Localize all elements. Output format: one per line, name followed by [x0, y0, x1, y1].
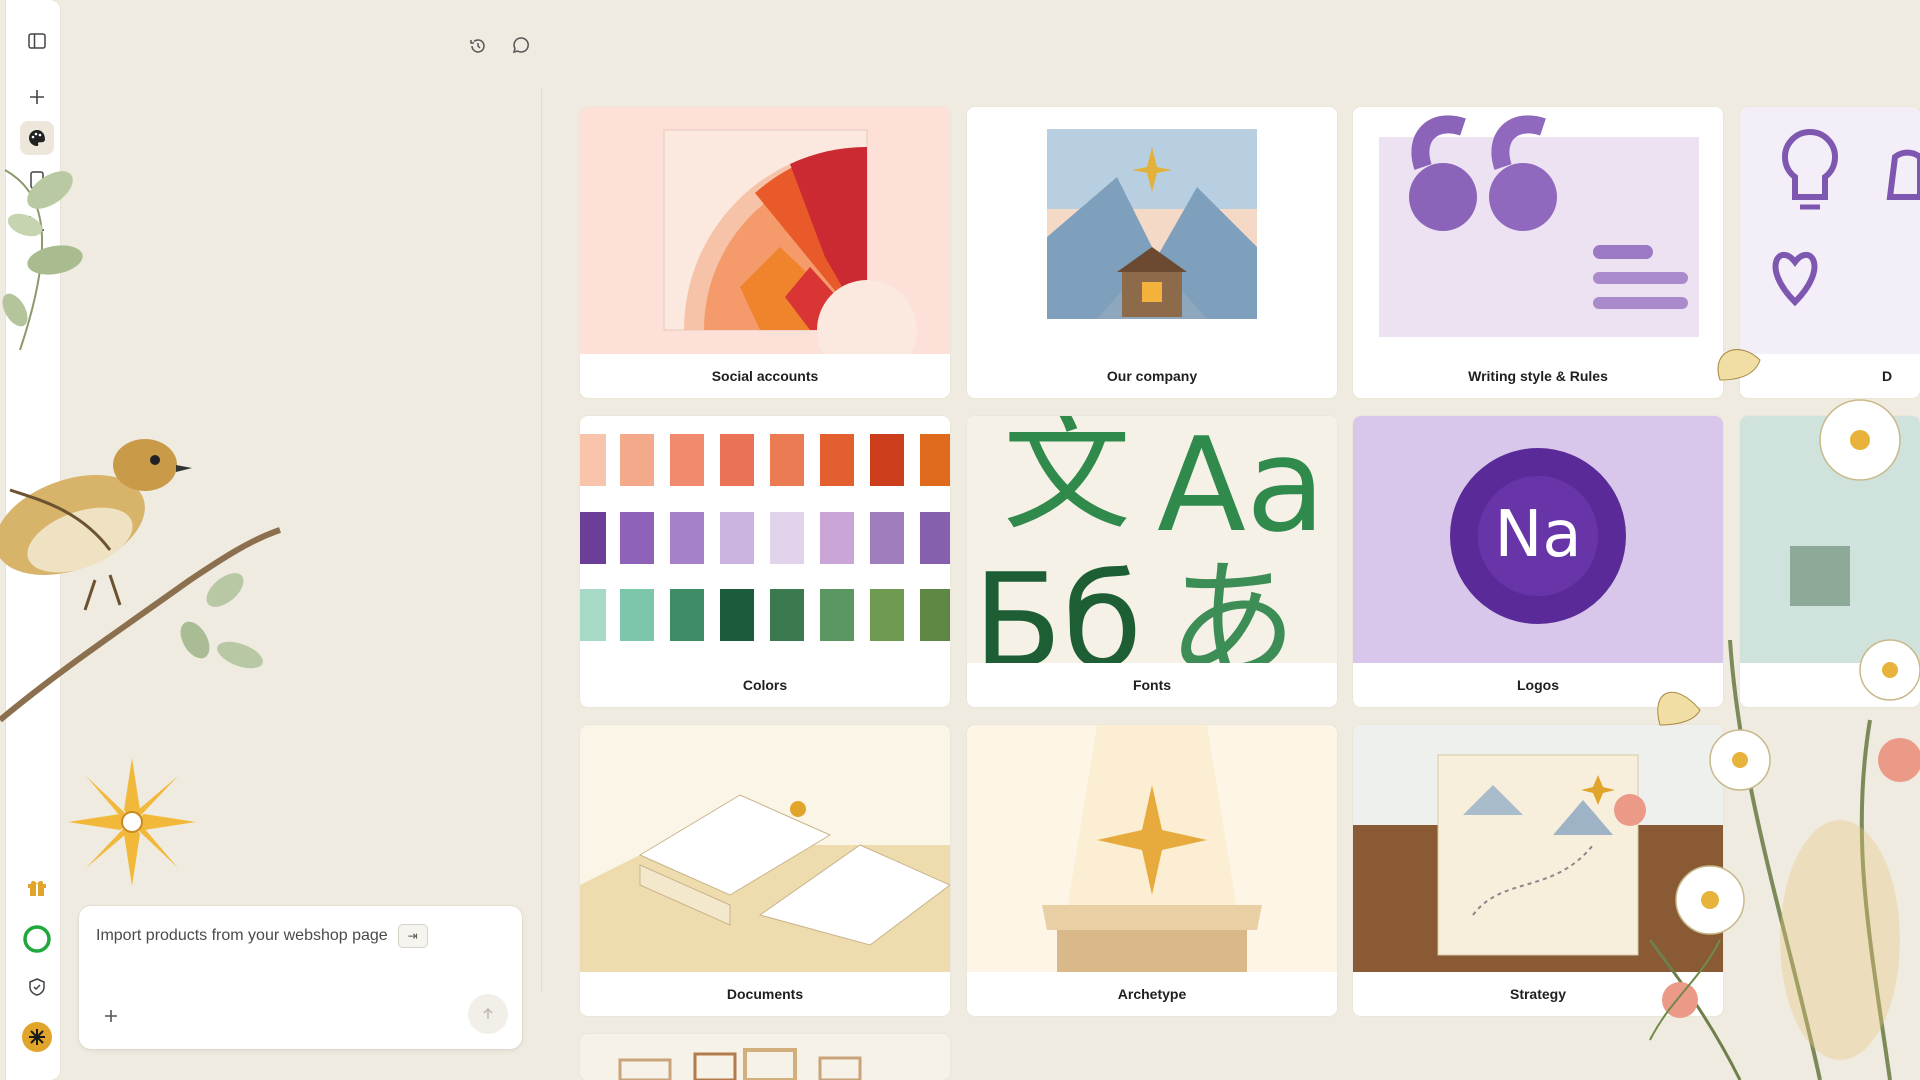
font-glyph-kana: あ: [1167, 545, 1298, 663]
icons-image: [1740, 107, 1920, 354]
security-button[interactable]: [20, 970, 54, 1004]
sun-illustration: [68, 758, 196, 886]
palette-icon: [29, 130, 45, 146]
history-button[interactable]: [464, 32, 492, 60]
shield-check-icon: [29, 978, 45, 996]
our-company-image: [967, 107, 1337, 354]
card-fonts[interactable]: 文 Aa Бб あ Fonts: [967, 416, 1337, 707]
fonts-image: 文 Aa Бб あ: [967, 416, 1337, 663]
partial-image: [1740, 416, 1920, 663]
sidebar-item-documents[interactable]: [20, 163, 54, 197]
card-label: D: [1882, 368, 1893, 384]
social-accounts-image: [580, 107, 950, 354]
logos-image: Na: [1353, 416, 1723, 663]
document-icon: [30, 171, 44, 189]
card-colors[interactable]: Colors: [580, 416, 950, 707]
attach-button[interactable]: [99, 1004, 123, 1028]
sidebar-item-brand[interactable]: [20, 121, 54, 155]
card-strategy[interactable]: Strategy: [1353, 725, 1723, 1016]
card-partial-row4[interactable]: [580, 1034, 950, 1080]
arrow-up-icon: [483, 1007, 493, 1019]
documents-image: [580, 725, 950, 972]
card-our-company[interactable]: Our company: [967, 107, 1337, 398]
chart-icon: [29, 216, 44, 231]
status-ring-icon: [23, 925, 51, 953]
panel-divider: [541, 88, 542, 993]
sidebar: [6, 0, 60, 1080]
font-glyph-cjk: 文: [1003, 416, 1132, 548]
plus-icon: [105, 1010, 117, 1022]
chat-input[interactable]: Import products from your webshop page ⇥: [96, 924, 428, 948]
card-label: Colors: [742, 677, 788, 693]
writing-style-image: [1353, 107, 1723, 354]
chat-placeholder: Import products from your webshop page: [96, 927, 388, 944]
card-logos[interactable]: Na Logos: [1353, 416, 1723, 707]
new-button[interactable]: [20, 80, 54, 114]
card-social-accounts[interactable]: Social accounts: [580, 107, 950, 398]
comments-button[interactable]: [507, 31, 535, 59]
strategy-image: [1353, 725, 1723, 972]
card-archetype[interactable]: Archetype: [967, 725, 1337, 1016]
card-partial[interactable]: D: [1740, 107, 1920, 398]
gift-icon: [28, 880, 46, 896]
plus-icon: [30, 90, 44, 104]
font-glyph-cyrillic: Бб: [973, 545, 1143, 663]
sidebar-item-stats[interactable]: [20, 206, 54, 240]
card-label: Archetype: [1117, 986, 1187, 1002]
font-glyph-latin: Aa: [1157, 416, 1326, 561]
logo-text: Na: [1494, 498, 1582, 572]
partial-frames-image: [580, 1034, 950, 1080]
card-label: Strategy: [1509, 986, 1567, 1002]
card-label: Documents: [726, 986, 804, 1002]
user-avatar-button[interactable]: [20, 1020, 54, 1054]
card-label: Social accounts: [711, 368, 819, 384]
colors-image: [580, 416, 950, 663]
card-partial-row2[interactable]: [1740, 416, 1920, 707]
card-documents[interactable]: Documents: [580, 725, 950, 1016]
gift-button[interactable]: [20, 870, 54, 904]
sidebar-toggle-button[interactable]: [20, 24, 54, 58]
sidebar-toggle-icon: [28, 33, 46, 49]
send-button[interactable]: [468, 994, 508, 1034]
sun-avatar-icon: [22, 1022, 52, 1052]
archetype-image: [967, 725, 1337, 972]
card-writing-style[interactable]: Writing style & Rules: [1353, 107, 1723, 398]
card-label: Our company: [1106, 368, 1198, 384]
tab-shortcut-key[interactable]: ⇥: [397, 924, 428, 948]
card-label: Logos: [1517, 677, 1559, 693]
history-icon: [470, 39, 485, 53]
card-label: Writing style & Rules: [1468, 368, 1608, 384]
status-button[interactable]: [20, 922, 54, 956]
comment-icon: [512, 37, 529, 54]
chat-composer: Import products from your webshop page ⇥: [79, 906, 522, 1049]
card-label: Fonts: [1132, 677, 1172, 693]
